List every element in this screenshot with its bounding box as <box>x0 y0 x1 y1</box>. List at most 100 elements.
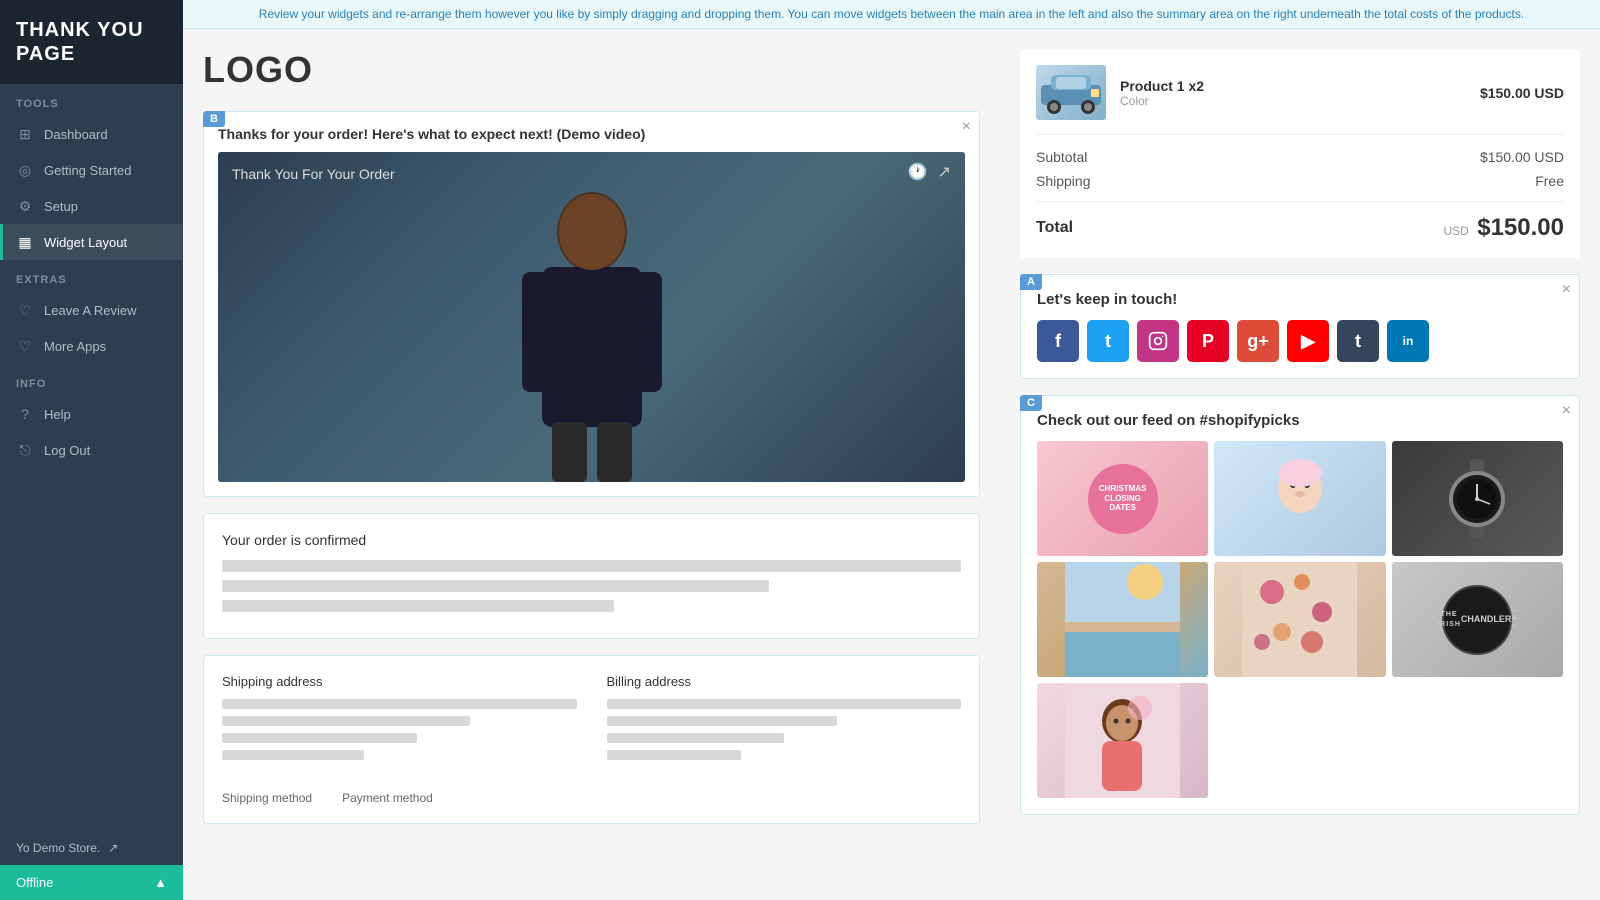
feed-widget-label: C <box>1020 395 1042 411</box>
sidebar-item-dashboard[interactable]: ⊞ Dashboard <box>0 116 183 152</box>
social-title: Let's keep in touch! <box>1037 291 1563 308</box>
sidebar-tools-section: Tools ⊞ Dashboard ◎ Getting Started ⚙ Se… <box>0 84 183 260</box>
product-image <box>1036 65 1106 120</box>
extras-label: Extras <box>0 260 183 292</box>
billing-address-label: Billing address <box>607 674 962 689</box>
sidebar: THANK YOU PAGE Tools ⊞ Dashboard ◎ Getti… <box>0 0 183 900</box>
bill-line-4 <box>607 750 742 760</box>
order-confirmed-title: Your order is confirmed <box>222 532 961 548</box>
feed-title: Check out our feed on #shopifypicks <box>1037 412 1563 429</box>
getting-started-icon: ◎ <box>16 161 34 179</box>
total-label: Total <box>1036 219 1073 237</box>
video-container: Thank You For Your Order 🕐 ↗ <box>218 152 965 482</box>
ship-line-1 <box>222 699 577 709</box>
sidebar-item-help[interactable]: ? Help <box>0 396 183 432</box>
address-widget-content: Shipping address Billing address <box>204 656 979 823</box>
bill-line-3 <box>607 733 784 743</box>
social-widget: A × Let's keep in touch! f t P g+ <box>1020 274 1580 379</box>
product-sub: Color <box>1120 94 1466 108</box>
feed-item-beach[interactable] <box>1037 562 1208 677</box>
offline-chevron-icon: ▲ <box>154 875 167 890</box>
shipping-address-col: Shipping address <box>222 674 577 767</box>
video-person-silhouette <box>492 182 692 482</box>
sidebar-item-widget-layout[interactable]: ▦ Widget Layout <box>0 224 183 260</box>
instagram-icon <box>1148 331 1168 351</box>
bill-line-1 <box>607 699 962 709</box>
google-plus-button[interactable]: g+ <box>1237 320 1279 362</box>
widget-b-video: B × Thanks for your order! Here's what t… <box>203 111 980 497</box>
sidebar-bottom: Yo Demo Store. ↗ Offline ▲ <box>0 831 183 900</box>
feed-item-floral[interactable] <box>1214 562 1385 677</box>
tools-label: Tools <box>0 84 183 116</box>
ship-line-4 <box>222 750 364 760</box>
sidebar-logo: THANK YOU PAGE <box>0 0 183 84</box>
sidebar-item-getting-started[interactable]: ◎ Getting Started <box>0 152 183 188</box>
feed-item-watch[interactable] <box>1392 441 1563 556</box>
subtotal-row: Subtotal $150.00 USD <box>1036 149 1564 165</box>
sidebar-extras-section: Extras ♡ Leave A Review ♡ More Apps <box>0 260 183 364</box>
order-line-2 <box>222 580 769 592</box>
dashboard-icon: ⊞ <box>16 125 34 143</box>
product-row: Product 1 x2 Color $150.00 USD <box>1036 65 1564 135</box>
sidebar-info-section: Info ? Help ⎋ Log Out <box>0 364 183 468</box>
more-apps-icon: ♡ <box>16 337 34 355</box>
widget-layout-icon: ▦ <box>16 233 34 251</box>
video-title: Thanks for your order! Here's what to ex… <box>218 126 965 142</box>
video-controls: 🕐 ↗ <box>908 162 951 182</box>
setup-icon: ⚙ <box>16 197 34 215</box>
video-widget-content: Thanks for your order! Here's what to ex… <box>204 112 979 496</box>
total-value: $150.00 <box>1477 214 1564 241</box>
help-icon: ? <box>16 405 34 423</box>
social-widget-close-button[interactable]: × <box>1562 281 1571 299</box>
app-title: THANK YOU PAGE <box>16 18 167 66</box>
sidebar-item-logout[interactable]: ⎋ Log Out <box>0 432 183 468</box>
pinterest-button[interactable]: P <box>1187 320 1229 362</box>
widget-address: Shipping address Billing address <box>203 655 980 824</box>
tumblr-button[interactable]: t <box>1337 320 1379 362</box>
social-widget-label: A <box>1020 274 1042 290</box>
shipping-address-label: Shipping address <box>222 674 577 689</box>
girl-svg <box>1065 683 1180 798</box>
facebook-button[interactable]: f <box>1037 320 1079 362</box>
video-overlay-label: Thank You For Your Order <box>232 166 395 182</box>
widget-b-label: B <box>203 111 225 127</box>
address-columns: Shipping address Billing address <box>222 674 961 767</box>
store-logo: LOGO <box>203 49 980 91</box>
content-area: LOGO B × Thanks for your order! Here's w… <box>183 29 1600 900</box>
widget-b-close-button[interactable]: × <box>962 118 971 136</box>
sidebar-item-leave-review[interactable]: ♡ Leave A Review <box>0 292 183 328</box>
product-info: Product 1 x2 Color <box>1120 78 1466 108</box>
leave-review-icon: ♡ <box>16 301 34 319</box>
sidebar-item-setup[interactable]: ⚙ Setup <box>0 188 183 224</box>
billing-address-col: Billing address <box>607 674 962 767</box>
subtotal-label: Subtotal <box>1036 149 1087 165</box>
youtube-button[interactable]: ▶ <box>1287 320 1329 362</box>
offline-label: Offline <box>16 875 53 890</box>
feed-item-chandler[interactable]: THE IRISH CHANDLER — ✦ — <box>1392 562 1563 677</box>
external-link-icon: ↗ <box>108 841 118 855</box>
twitter-button[interactable]: t <box>1087 320 1129 362</box>
shipping-label: Shipping <box>1036 173 1091 189</box>
shipping-value: Free <box>1535 173 1564 189</box>
store-link[interactable]: Yo Demo Store. ↗ <box>0 831 183 865</box>
order-summary: Product 1 x2 Color $150.00 USD Subtotal … <box>1020 49 1580 258</box>
total-currency: USD <box>1443 224 1468 238</box>
payment-method-label: Payment method <box>342 791 433 805</box>
baby-svg <box>1260 459 1340 539</box>
instagram-button[interactable] <box>1137 320 1179 362</box>
feed-item-christmas[interactable]: CHRISTMAS CLOSING DATES <box>1037 441 1208 556</box>
order-line-3 <box>222 600 614 612</box>
video-clock-icon: 🕐 <box>908 162 928 182</box>
feed-item-girl[interactable] <box>1037 683 1208 798</box>
sidebar-item-more-apps[interactable]: ♡ More Apps <box>0 328 183 364</box>
floral-svg <box>1242 562 1357 677</box>
feed-item-baby[interactable] <box>1214 441 1385 556</box>
linkedin-button[interactable]: in <box>1387 320 1429 362</box>
video-overlay[interactable]: Thank You For Your Order 🕐 ↗ <box>218 152 965 482</box>
offline-bar[interactable]: Offline ▲ <box>0 865 183 900</box>
shipping-row: Shipping Free <box>1036 173 1564 189</box>
feed-widget-close-button[interactable]: × <box>1562 402 1571 420</box>
bill-line-2 <box>607 716 837 726</box>
car-svg <box>1036 65 1106 120</box>
widget-order-confirmed: Your order is confirmed <box>203 513 980 639</box>
